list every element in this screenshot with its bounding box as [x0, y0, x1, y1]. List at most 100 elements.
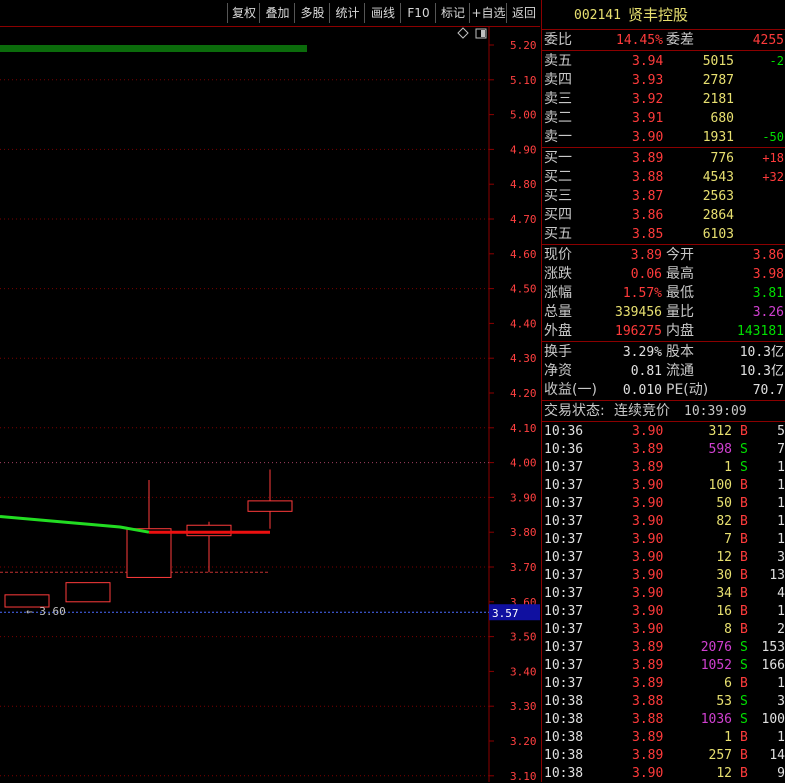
trade-side: S — [740, 658, 748, 673]
stat-label: 最高 — [666, 266, 694, 282]
trade-count: 5 — [777, 424, 785, 439]
stat-row: 涨跌 0.06 最高 3.98 — [542, 265, 785, 284]
stat-row: 总量 339456 量比 3.26 — [542, 303, 785, 322]
bids-level-row: 买五 3.85 6103 — [542, 225, 785, 244]
trade-row: 10:38 3.88 1036 S 100 — [542, 711, 785, 729]
trade-price: 3.90 — [632, 604, 664, 619]
trade-volume: 1 — [724, 460, 732, 475]
trade-volume: 8 — [724, 622, 732, 637]
fund-row: 换手 3.29% 股本 10.3亿 — [542, 343, 785, 362]
trade-volume: 53 — [716, 694, 732, 709]
toolbar-button-1[interactable]: 叠加 — [259, 3, 295, 23]
fund-value: 0.81 — [630, 364, 662, 379]
bids-price: 3.87 — [632, 189, 664, 204]
weibi-label: 委比 — [544, 32, 572, 48]
kline-chart[interactable]: 5.20 5.10 5.00 4.90 4.80 4.70 4.60 4.50 4.40 4.30… — [0, 27, 540, 782]
toolbar-button-3[interactable]: 统计 — [329, 3, 365, 23]
price-tick-label: 3.30 — [510, 700, 537, 713]
trade-price: 3.90 — [632, 532, 664, 547]
asks-level-row: 卖二 3.91 680 — [542, 109, 785, 128]
weicha-value: 4255 — [752, 33, 784, 48]
weibi-value: 14.45% — [616, 33, 663, 48]
bids-volume: 4543 — [702, 170, 734, 185]
bids-volume: 2864 — [702, 208, 734, 223]
stat-value: 3.26 — [752, 305, 784, 320]
candle-body — [247, 500, 293, 512]
trade-side: B — [740, 478, 748, 493]
kline-svg[interactable]: 5.20 5.10 5.00 4.90 4.80 4.70 4.60 4.50 4.40 4.30… — [0, 27, 540, 782]
trade-count: 7 — [777, 442, 785, 457]
trade-count: 1 — [777, 730, 785, 745]
fund-value: 3.29% — [622, 345, 662, 360]
trade-volume: 7 — [724, 532, 732, 547]
trade-volume: 2076 — [700, 640, 732, 655]
trade-price: 3.90 — [632, 622, 664, 637]
stat-label: 涨跌 — [544, 266, 572, 282]
toolbar-button-2[interactable]: 多股 — [294, 3, 330, 23]
trade-time: 10:38 — [544, 730, 584, 745]
trade-volume: 34 — [716, 586, 732, 601]
stat-value: 3.86 — [752, 248, 784, 263]
trade-side: S — [740, 442, 748, 457]
trade-count: 1 — [777, 514, 785, 529]
separator — [542, 341, 785, 342]
toolbar-button-0[interactable]: 复权 — [227, 3, 260, 23]
trade-time: 10:38 — [544, 712, 584, 727]
stat-value: 143181 — [737, 324, 784, 339]
asks-change: -50 — [762, 130, 784, 144]
toolbar-button-8[interactable]: 返回 — [506, 3, 541, 23]
trade-volume: 1052 — [700, 658, 732, 673]
asks-price: 3.93 — [632, 73, 664, 88]
stat-row: 涨幅 1.57% 最低 3.81 — [542, 284, 785, 303]
trade-count: 1 — [777, 604, 785, 619]
toolbar-button-4[interactable]: 画线 — [364, 3, 401, 23]
trade-price: 3.90 — [632, 766, 664, 781]
trade-time: 10:38 — [544, 694, 584, 709]
fund-label: 收益(一) — [544, 382, 597, 398]
stock-header: 002141 贤丰控股 — [542, 6, 785, 28]
price-tick-label: 3.70 — [510, 561, 537, 574]
toolbar-button-6[interactable]: 标记 — [435, 3, 470, 23]
trade-row: 10:38 3.88 53 S 3 — [542, 693, 785, 711]
fund-row: 收益(一) 0.010 PE(动) 70.7 — [542, 381, 785, 400]
stat-label: 内盘 — [666, 323, 694, 339]
asks-volume: 5015 — [702, 54, 734, 69]
trade-row: 10:37 3.90 100 B 1 — [542, 477, 785, 495]
trade-time: 10:37 — [544, 568, 584, 583]
trade-volume: 1036 — [700, 712, 732, 727]
trade-side: B — [740, 730, 748, 745]
fund-label: PE(动) — [666, 382, 709, 398]
trade-volume: 16 — [716, 604, 732, 619]
asks-price: 3.91 — [632, 111, 664, 126]
toolbar-button-5[interactable]: F10 — [400, 3, 436, 23]
toolbar-button-7[interactable]: +自选 — [469, 3, 507, 23]
price-tick-label: 4.20 — [510, 387, 537, 400]
stat-label: 今开 — [666, 247, 694, 263]
trade-count: 14 — [769, 748, 785, 763]
trade-row: 10:38 3.89 1 B 1 — [542, 729, 785, 747]
stat-row: 外盘 196275 内盘 143181 — [542, 322, 785, 341]
bids-price: 3.86 — [632, 208, 664, 223]
chart-toolbar: 复权 叠加 多股 统计 画线 F10 标记 +自选 返回 — [0, 0, 540, 27]
candle-body — [65, 582, 111, 603]
price-tick-label: 3.90 — [510, 491, 537, 504]
trade-price: 3.89 — [632, 442, 664, 457]
bids-level-label: 买二 — [544, 169, 572, 185]
bids-level-label: 买五 — [544, 226, 572, 242]
trade-side: B — [740, 604, 748, 619]
trade-price: 3.89 — [632, 748, 664, 763]
diamond-icon — [457, 27, 469, 39]
trade-price: 3.90 — [632, 568, 664, 583]
trade-status-value: 连续竞价 — [614, 403, 670, 419]
stat-label: 现价 — [544, 247, 572, 263]
trade-price: 3.90 — [632, 550, 664, 565]
bids-level-row: 买四 3.86 2864 — [542, 206, 785, 225]
stat-label: 总量 — [544, 304, 572, 320]
trade-time: 10:37 — [544, 658, 584, 673]
trade-status-time: 10:39:09 — [684, 404, 747, 419]
bids-volume: 2563 — [702, 189, 734, 204]
trade-volume: 82 — [716, 514, 732, 529]
bids-volume: 6103 — [702, 227, 734, 242]
stat-label: 外盘 — [544, 323, 572, 339]
trade-side: B — [740, 676, 748, 691]
